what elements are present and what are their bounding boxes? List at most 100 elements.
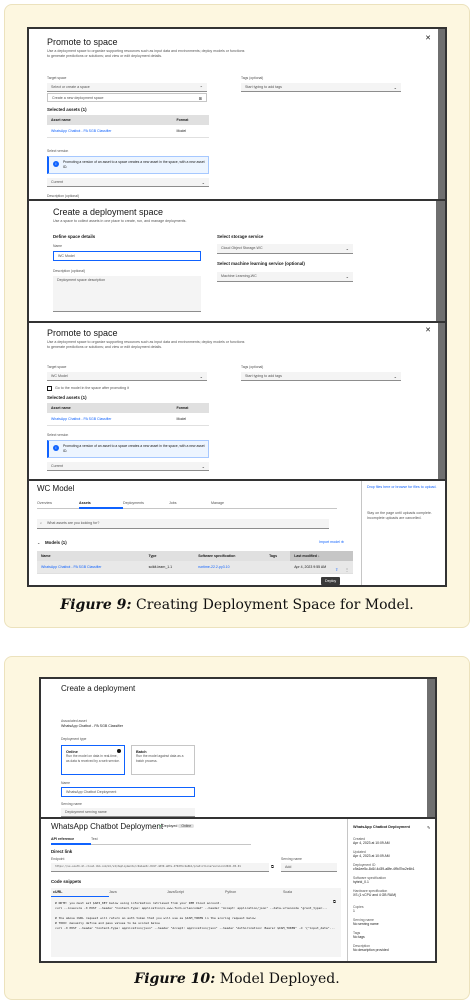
col-last-modified[interactable]: Last modified ↓: [290, 551, 353, 561]
description-label: Description (optional): [53, 269, 86, 273]
space-description-textarea[interactable]: Deployment space description: [53, 276, 201, 312]
side-software-spec: Software specification hybrid_0.1: [353, 876, 386, 884]
scrollbar[interactable]: [427, 679, 435, 817]
space-name-input[interactable]: WC Model: [53, 251, 201, 261]
chevron-down-icon[interactable]: ⌄: [37, 540, 40, 545]
info-icon: i: [53, 161, 59, 167]
tags-input[interactable]: Start typing to add tags ⌄: [241, 372, 401, 381]
side-value: No tags: [353, 935, 365, 940]
associated-asset-value: WhatsApp Chatbot - PA SGB Classifier: [61, 724, 124, 728]
batch-description: Run the model against data as a batch pr…: [136, 754, 184, 763]
space-assets-view: WC Model Overview Assets Deployments Job…: [27, 479, 447, 587]
col-type: Type: [144, 551, 195, 561]
endpoint-value: https://us-south.ml.cloud.ibm.com/ml/v4/…: [55, 865, 241, 868]
target-space-select[interactable]: WC Model ⌄: [47, 372, 207, 381]
target-space-select[interactable]: Select or create a space ⌃: [47, 83, 207, 92]
asset-search-input[interactable]: ⌕ What assets are you looking for?: [37, 519, 329, 529]
copy-icon[interactable]: ⧉: [271, 864, 274, 869]
panel-title: Create a deployment: [61, 684, 136, 693]
edit-icon[interactable]: ✎: [427, 825, 430, 830]
scrollbar[interactable]: [436, 201, 445, 321]
side-divider: [361, 481, 362, 585]
promote-to-space-modal-filled: Promote to space ✕ Use a deployment spac…: [27, 321, 447, 481]
add-space-icon: ⊞: [198, 96, 202, 101]
code-snippet-block[interactable]: # NOTE: you must set $API_KEY below usin…: [51, 897, 341, 957]
batch-deployment-tile[interactable]: Batch Run the model against data as a ba…: [131, 745, 195, 775]
model-spec-link[interactable]: runtime-22.2-py3.10: [194, 561, 266, 574]
scrollbar[interactable]: [438, 323, 445, 479]
table-row: WhatsApp Chatbot - PA SGB Classifier Mode…: [47, 125, 209, 138]
col-name: Name: [37, 551, 145, 561]
tags-label: Tags (optional): [241, 76, 264, 80]
figure-10-caption: Figure 10: Model Deployed.: [5, 971, 469, 987]
table-row: WhatsApp Chatbot - PA SGB Classifier Mode…: [47, 413, 209, 426]
side-value[interactable]: hybrid_0.1: [353, 880, 386, 884]
search-icon: ⌕: [40, 521, 43, 525]
deployment-name-input[interactable]: WhatsApp Chatbot Deployment: [61, 787, 195, 797]
copy-icon[interactable]: ⧉: [333, 899, 336, 904]
tab-overview[interactable]: Overview: [37, 499, 79, 509]
figure-9-card: Promote to space ✕ Use a deployment spac…: [4, 4, 470, 628]
import-model-label: Import model: [319, 540, 340, 544]
asset-format: Model: [172, 125, 209, 138]
side-updated: Updated Apr 4, 2023 at 10:09 AM: [353, 850, 390, 858]
storage-select[interactable]: Cloud Object Storage-WC ⌄: [217, 244, 353, 254]
chevron-down-icon: ⌄: [201, 180, 205, 185]
ml-service-heading: Select machine learning service (optiona…: [217, 261, 305, 266]
modal-description: Use a deployment space to organize suppo…: [47, 49, 245, 58]
serving-name-input[interactable]: Deployment serving name: [61, 808, 195, 817]
selected-assets-heading: Selected assets (1): [47, 395, 87, 400]
figure-10-card: Create a deployment Associated asset Wha…: [4, 656, 470, 1000]
ml-service-select[interactable]: Machine Learning-WC ⌄: [217, 272, 353, 282]
tab-assets[interactable]: Assets: [79, 499, 123, 509]
model-name-link[interactable]: WhatsApp Chatbot - PA SGB Classifier: [37, 561, 145, 574]
endpoint-label: Endpoint: [51, 857, 65, 861]
tab-manage[interactable]: Manage: [211, 499, 337, 509]
selected-assets-table: Asset name Format WhatsApp Chatbot - PA S…: [47, 115, 209, 138]
goto-model-checkbox[interactable]: [47, 386, 52, 391]
version-select[interactable]: Current ⌄: [47, 462, 209, 471]
deployment-status: ● Deployed Online: [159, 824, 195, 828]
model-modified: Apr 4, 2023 9:55 AM: [290, 561, 353, 574]
asset-link[interactable]: WhatsApp Chatbot - PA SGB Classifier: [47, 413, 173, 426]
target-space-label: Target space: [47, 365, 67, 369]
create-space-option[interactable]: Create a new deployment space ⊞: [47, 93, 207, 102]
info-notification: i Promoting a version of an asset to a s…: [47, 440, 209, 458]
deploy-rocket-icon[interactable]: ⇪: [335, 567, 338, 572]
tab-jobs[interactable]: Jobs: [169, 499, 211, 509]
tab-api-reference[interactable]: API reference: [51, 835, 91, 845]
close-icon[interactable]: ✕: [425, 326, 431, 334]
col-format: Format: [172, 403, 209, 413]
endpoint-field[interactable]: https://us-south.ml.cloud.ibm.com/ml/v4/…: [51, 863, 269, 872]
side-value: Apr 4, 2023 at 10:09 AM: [353, 841, 390, 846]
table-row[interactable]: WhatsApp Chatbot - PA SGB Classifier sci…: [37, 561, 353, 574]
asset-link[interactable]: WhatsApp Chatbot - PA SGB Classifier: [47, 125, 173, 138]
code-snippets-heading: Code snippets: [51, 879, 82, 884]
online-deployment-tile[interactable]: Online Run the model on data in real-tim…: [61, 745, 125, 775]
scrollbar[interactable]: [438, 29, 445, 199]
serving-name-field[interactable]: Add: [281, 863, 337, 872]
side-divider: [347, 819, 348, 961]
goto-model-label: Go to the model in the space after promo…: [55, 386, 129, 390]
import-model-link[interactable]: Import model ⊕: [319, 540, 344, 545]
side-value: XS (1 vCPU and 4 GB RAM): [353, 893, 397, 898]
target-space-label: Target space: [47, 76, 67, 80]
notice-text: Promoting a version of an asset to a spa…: [63, 444, 205, 453]
tab-test[interactable]: Test: [91, 835, 251, 845]
version-select[interactable]: Current ⌄: [47, 178, 209, 187]
chevron-down-icon: ⌄: [393, 85, 397, 90]
create-space-panel: Create a deployment space Use a space to…: [27, 199, 447, 323]
close-icon[interactable]: ✕: [425, 34, 431, 42]
side-value: Apr 4, 2023 at 10:09 AM: [353, 854, 390, 859]
status-dot-icon: ●: [159, 824, 162, 828]
select-version-label: Select version: [47, 433, 69, 437]
tags-input[interactable]: Start typing to add tags ⌄: [241, 83, 401, 92]
tab-deployments[interactable]: Deployments: [123, 499, 169, 509]
side-copies: Copies 1: [353, 905, 364, 913]
description-placeholder: Deployment space description: [57, 278, 106, 282]
overflow-menu-icon[interactable]: ⋮: [345, 567, 349, 572]
chevron-down-icon: ⌄: [199, 374, 203, 379]
deployment-details-view: WhatsApp Chatbot Deployment ● Deployed O…: [39, 817, 437, 963]
col-software-spec: Software specification: [194, 551, 266, 561]
upload-drop-zone[interactable]: Drop files here or browse for files to u…: [367, 485, 443, 490]
